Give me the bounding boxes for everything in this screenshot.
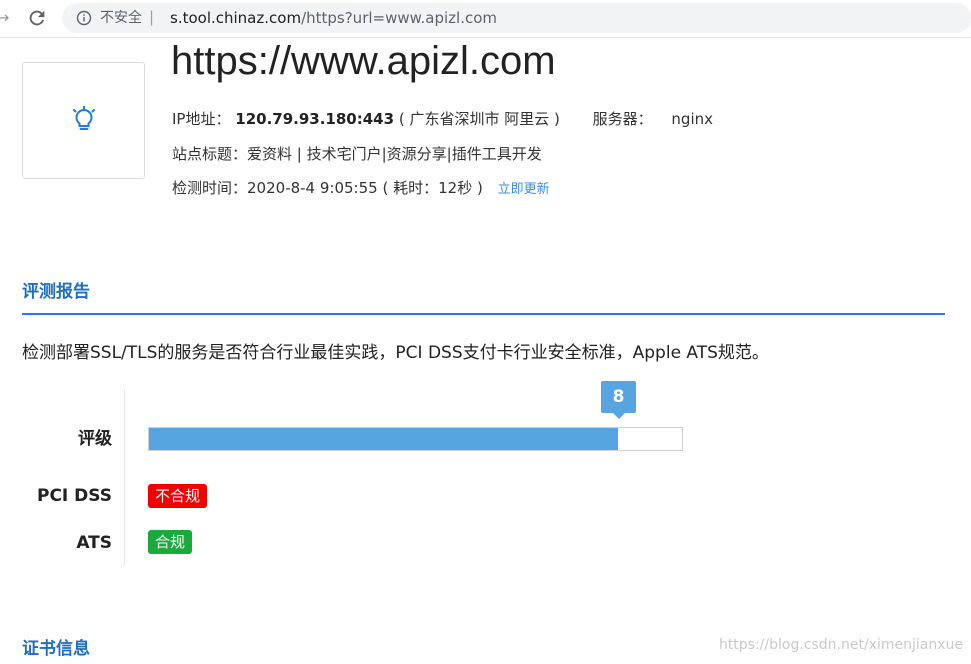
site-favicon-box [22,62,145,179]
info-icon[interactable] [76,10,92,26]
url-text[interactable]: s.tool.chinaz.com/https?url=www.apizl.co… [170,9,497,27]
ats-label: ATS [76,533,112,553]
ip-row: IP地址： 120.79.93.180:443 ( 广东省深圳市 阿里云 ) 服… [172,109,713,129]
report-section-title: 评测报告 [22,282,90,302]
ip-label: IP地址： [172,110,231,128]
server-value: nginx [671,110,714,128]
check-time-value: 2020-8-4 9:05:55 [247,179,378,197]
refresh-now-link[interactable]: 立即更新 [498,182,550,197]
site-title-label: 站点标题： [172,145,248,163]
url-host: s.tool.chinaz.com [170,9,302,27]
site-title-value: 爱资料 | 技术宅门户|资源分享|插件工具开发 [247,145,542,163]
cert-section-title: 证书信息 [22,639,90,659]
site-url-title: https://www.apizl.com [171,39,556,83]
lightbulb-icon [73,106,95,130]
site-title-row: 站点标题：爱资料 | 技术宅门户|资源分享|插件工具开发 [172,144,542,164]
address-bar[interactable]: 不安全 | s.tool.chinaz.com/https?url=www.ap… [62,3,971,33]
reload-icon[interactable] [26,7,48,29]
report-description: 检测部署SSL/TLS的服务是否符合行业最佳实践，PCI DSS支付卡行业安全标… [22,343,769,363]
watermark: https://blog.csdn.net/ximenjianxue [718,637,963,653]
pci-dss-label: PCI DSS [36,486,112,506]
pci-dss-status-badge: 不合规 [148,484,208,508]
section-divider [22,313,945,315]
grade-bar [148,427,683,451]
elapsed-time: ( 耗时：12秒 ) [382,179,483,197]
url-separator: | [149,8,155,26]
grade-bar-fill [149,428,618,450]
browser-toolbar: → 不安全 | s.tool.chinaz.com/https?url=www.… [0,0,971,38]
ip-value: 120.79.93.180:443 [235,110,395,128]
server-label: 服务器： [592,110,653,128]
ip-location: ( 广东省深圳市 阿里云 ) [398,110,560,128]
security-status: 不安全 [100,10,142,26]
ats-status-badge: 合规 [148,530,193,554]
grade-label: 评级 [78,429,112,449]
check-time-row: 检测时间：2020-8-4 9:05:55 ( 耗时：12秒 ) 立即更新 [172,178,550,200]
table-divider [124,390,125,566]
url-path: /https?url=www.apizl.com [301,9,498,27]
grade-score-bubble: 8 [601,381,636,419]
forward-icon[interactable]: → [0,9,10,27]
check-time-label: 检测时间： [172,179,248,197]
